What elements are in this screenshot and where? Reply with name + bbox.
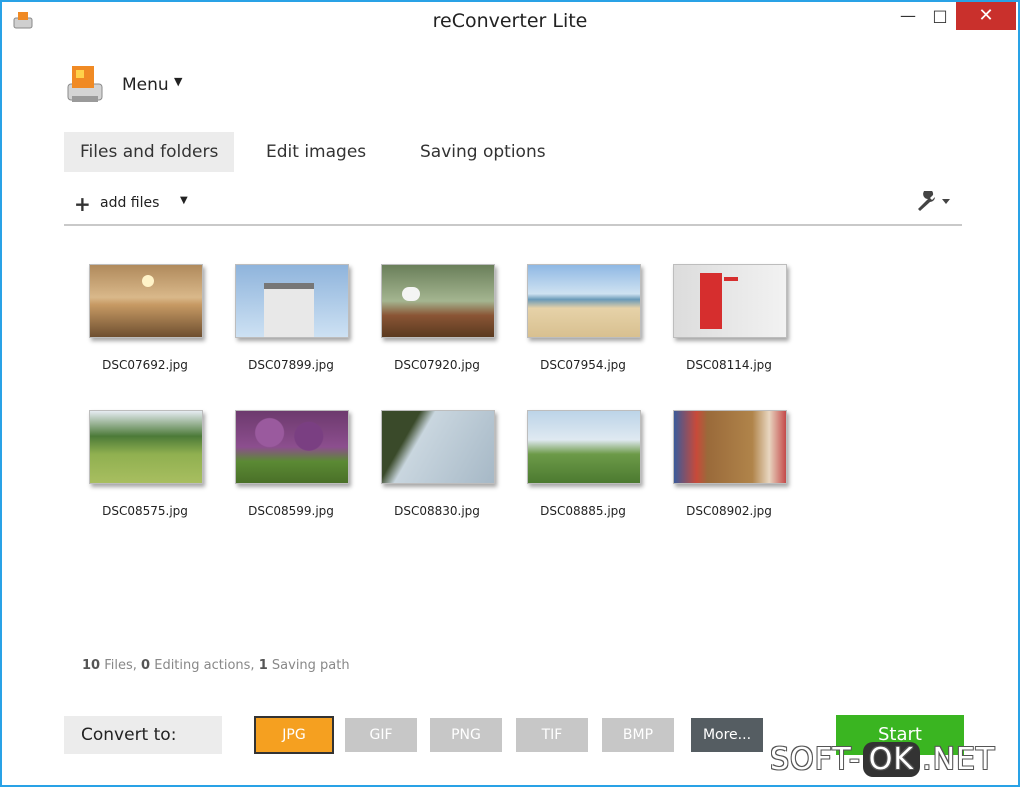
status-summary: 10 Files, 0 Editing actions, 1 Saving pa… (82, 658, 350, 673)
file-grid: DSC07692.jpg DSC07899.jpg DSC07920.jpg D… (82, 260, 802, 540)
file-item[interactable]: DSC07899.jpg (228, 260, 358, 372)
chevron-down-icon[interactable]: ▼ (180, 195, 188, 206)
format-button-jpg[interactable]: JPG (254, 716, 334, 754)
watermark-part3: .NET (922, 742, 996, 777)
watermark-part1: SOFT- (770, 742, 861, 777)
watermark: SOFT- OK .NET (770, 742, 995, 777)
thumbnail-image[interactable] (527, 264, 641, 338)
thumbnail-image[interactable] (89, 264, 203, 338)
app-logo-icon (67, 66, 103, 102)
maximize-button[interactable]: □ (920, 2, 960, 30)
tab-saving-options[interactable]: Saving options (404, 132, 562, 172)
file-name: DSC08599.jpg (248, 504, 334, 518)
menu-label[interactable]: Menu (122, 75, 169, 95)
file-name: DSC08575.jpg (102, 504, 188, 518)
title-bar[interactable]: reConverter Lite — □ ✕ (2, 2, 1018, 40)
file-name: DSC08885.jpg (540, 504, 626, 518)
wrench-icon[interactable] (914, 191, 954, 213)
add-files-button[interactable]: add files (100, 195, 159, 211)
window-title: reConverter Lite (432, 10, 588, 32)
files-label: Files, (104, 658, 137, 673)
chevron-down-icon[interactable]: ▼ (174, 75, 182, 88)
thumbnail-image[interactable] (235, 410, 349, 484)
files-count: 10 (82, 658, 101, 673)
thumbnail-image[interactable] (527, 410, 641, 484)
thumbnail-image[interactable] (673, 264, 787, 338)
file-name: DSC07692.jpg (102, 358, 188, 372)
format-button-gif[interactable]: GIF (345, 718, 417, 752)
more-formats-button[interactable]: More... (691, 718, 763, 752)
file-item[interactable]: DSC07692.jpg (82, 260, 212, 372)
file-item[interactable]: DSC08114.jpg (666, 260, 796, 372)
format-button-bmp[interactable]: BMP (602, 718, 674, 752)
thumbnail-image[interactable] (673, 410, 787, 484)
file-item[interactable]: DSC07954.jpg (520, 260, 650, 372)
app-window: reConverter Lite — □ ✕ Menu ▼ Files and … (0, 0, 1020, 787)
tab-files-and-folders[interactable]: Files and folders (64, 132, 235, 172)
thumbnail-image[interactable] (89, 410, 203, 484)
app-menu[interactable]: Menu ▼ (64, 62, 264, 112)
file-item[interactable]: DSC08599.jpg (228, 406, 358, 518)
file-item[interactable]: DSC08575.jpg (82, 406, 212, 518)
thumbnail-image[interactable] (381, 410, 495, 484)
thumbnail-image[interactable] (235, 264, 349, 338)
file-name: DSC08114.jpg (686, 358, 772, 372)
file-name: DSC07954.jpg (540, 358, 626, 372)
file-item[interactable]: DSC07920.jpg (374, 260, 504, 372)
saving-label: Saving path (271, 658, 350, 673)
file-name: DSC08830.jpg (394, 504, 480, 518)
watermark-part2: OK (862, 742, 921, 777)
file-name: DSC07920.jpg (394, 358, 480, 372)
file-name: DSC08902.jpg (686, 504, 772, 518)
file-item[interactable]: DSC08830.jpg (374, 406, 504, 518)
saving-count: 1 (258, 658, 268, 673)
tab-edit-images[interactable]: Edit images (250, 132, 382, 172)
files-toolbar: + add files ▼ (64, 188, 962, 226)
editing-count: 0 (141, 658, 151, 673)
plus-icon[interactable]: + (74, 192, 91, 216)
format-button-png[interactable]: PNG (430, 718, 502, 752)
file-item[interactable]: DSC08885.jpg (520, 406, 650, 518)
file-name: DSC07899.jpg (248, 358, 334, 372)
thumbnail-image[interactable] (381, 264, 495, 338)
convert-to-label: Convert to: (64, 716, 222, 754)
format-button-tif[interactable]: TIF (516, 718, 588, 752)
file-item[interactable]: DSC08902.jpg (666, 406, 796, 518)
editing-label: Editing actions, (154, 658, 255, 673)
close-button[interactable]: ✕ (956, 2, 1016, 30)
